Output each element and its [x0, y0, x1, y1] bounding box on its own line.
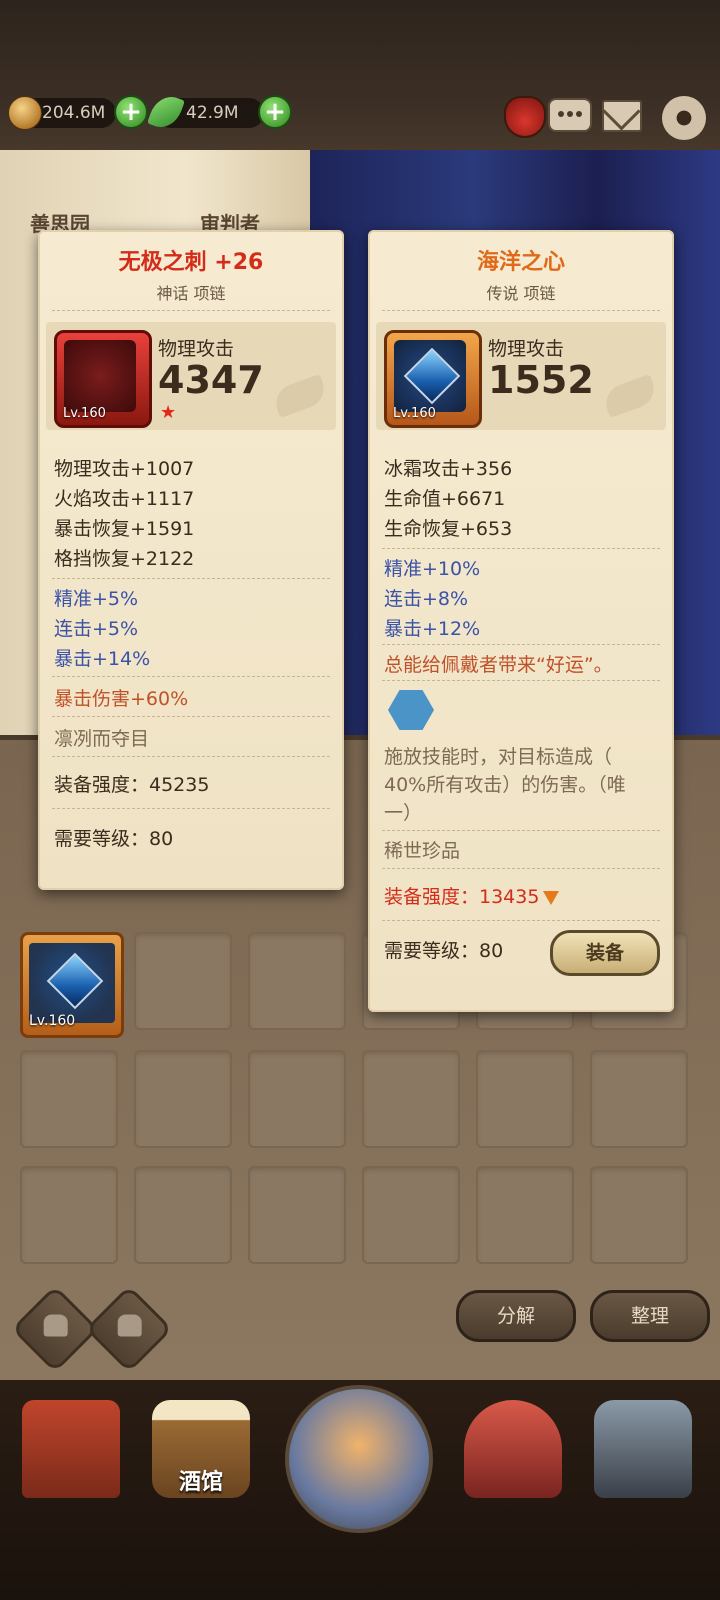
main-stat-value: 1552: [488, 358, 594, 402]
item-level: Lv.160: [393, 406, 436, 421]
gem-amount: 42.9M: [186, 103, 239, 123]
armor-icon: [117, 1314, 142, 1337]
item-main-stat-panel: Lv.160 物理攻击 4347 ★: [46, 322, 336, 430]
gold-amount: 204.6M: [42, 103, 106, 123]
inventory-slot[interactable]: [248, 1050, 346, 1148]
inventory-slot[interactable]: [134, 1050, 232, 1148]
house-icon: [22, 1400, 120, 1498]
item-subtitle: 传说 项链: [486, 284, 556, 303]
inventory-slot[interactable]: [590, 1166, 688, 1264]
stat-line: 生命值+6671: [384, 488, 506, 510]
nav-chest-button[interactable]: [454, 1390, 572, 1508]
inventory-slot[interactable]: [248, 932, 346, 1030]
power-label: 装备强度：13435: [384, 886, 540, 908]
special-stat-line: 暴击伤害+60%: [54, 688, 189, 710]
inventory-slot[interactable]: [476, 1050, 574, 1148]
nav-house-button[interactable]: [12, 1390, 130, 1508]
stat-line: 火焰攻击+1117: [54, 488, 195, 510]
item-level: Lv.160: [63, 406, 106, 421]
inventory-slot[interactable]: [134, 932, 232, 1030]
arrow-down-icon: [543, 890, 560, 905]
helmet-icon: [43, 1314, 68, 1337]
inventory-slot[interactable]: [476, 1166, 574, 1264]
axe-watermark-icon: [600, 373, 660, 419]
inventory-slot[interactable]: [362, 1166, 460, 1264]
add-gold-plus-icon[interactable]: +: [114, 95, 148, 129]
coin-icon: [8, 96, 42, 130]
power-row: 装备强度：13435: [384, 882, 560, 909]
skill-description: 一）: [384, 802, 423, 824]
item-portrait: Lv.160: [54, 330, 152, 428]
bonus-stat-line: 暴击+14%: [54, 648, 151, 670]
bonus-stat-line: 连击+5%: [54, 618, 139, 640]
nav-tavern-button[interactable]: 酒馆: [142, 1390, 260, 1508]
add-gem-plus-icon[interactable]: +: [258, 95, 292, 129]
inventory-item-ocean-heart[interactable]: Lv.160: [20, 932, 124, 1038]
star-icon: ★: [160, 402, 177, 423]
rarity-note: 稀世珍品: [384, 840, 461, 862]
decompose-button[interactable]: 分解: [456, 1290, 576, 1342]
item-portrait: Lv.160: [384, 330, 482, 428]
sort-button[interactable]: 整理: [590, 1290, 710, 1342]
portal-icon: [285, 1385, 433, 1533]
skill-description: 40%所有攻击）的伤害。（唯: [384, 774, 626, 796]
bottom-nav: 酒馆: [0, 1380, 720, 1600]
inventory-slot[interactable]: [20, 1050, 118, 1148]
required-level: 需要等级：80: [384, 940, 504, 962]
forge-icon: [594, 1400, 692, 1498]
bonus-stat-line: 精准+5%: [54, 588, 139, 610]
chat-icon[interactable]: [548, 98, 592, 132]
nav-forge-button[interactable]: [584, 1390, 702, 1508]
leaf-icon: [147, 91, 185, 133]
gear-icon[interactable]: [662, 96, 706, 140]
stat-line: 格挡恢复+2122: [54, 548, 195, 570]
main-stat-name: 物理攻击: [158, 338, 235, 360]
thorn-necklace-icon: [64, 340, 136, 412]
skill-hexagon-icon: [388, 690, 434, 730]
top-bar-background: [0, 0, 720, 160]
inventory-slot[interactable]: [134, 1166, 232, 1264]
nav-adventure-button[interactable]: [280, 1380, 433, 1533]
item-title: 无极之刺 +26: [118, 250, 264, 275]
compare-item-tooltip: 海洋之心 传说 项链 Lv.160 物理攻击 1552 冰霜攻击+356 生命值…: [368, 230, 674, 1012]
inventory-slot[interactable]: [590, 1050, 688, 1148]
nav-tavern-label: 酒馆: [178, 1470, 223, 1495]
main-stat-value: 4347: [158, 358, 264, 402]
item-subtitle: 神话 项链: [156, 284, 226, 303]
main-stat-name: 物理攻击: [488, 338, 565, 360]
equip-button[interactable]: 装备: [550, 930, 660, 976]
bag-icon[interactable]: [504, 96, 546, 138]
item-title: 海洋之心: [476, 250, 565, 275]
flavor-text: 凛冽而夺目: [54, 728, 150, 750]
axe-watermark-icon: [270, 373, 330, 419]
equipped-item-tooltip: 无极之刺 +26 神话 项链 Lv.160 物理攻击 4347 ★ 物理攻击+1…: [38, 230, 344, 890]
mail-icon[interactable]: [602, 100, 642, 132]
necklace-icon: [29, 943, 115, 1023]
item-level: Lv.160: [29, 1013, 76, 1029]
stat-line: 暴击恢复+1591: [54, 518, 195, 540]
inventory-slot[interactable]: [20, 1166, 118, 1264]
sapphire-necklace-icon: [394, 340, 466, 412]
gem-counter: 42.9M: [147, 91, 264, 133]
gold-counter: 204.6M: [8, 96, 116, 130]
skill-description: 施放技能时，对目标造成（: [384, 746, 613, 768]
special-effect-line: 总能给佩戴者带来“好运”。: [384, 654, 613, 676]
bonus-stat-line: 精准+10%: [384, 558, 481, 580]
stat-line: 生命恢复+653: [384, 518, 513, 540]
power-label: 装备强度：45235: [54, 774, 210, 796]
item-main-stat-panel: Lv.160 物理攻击 1552: [376, 322, 666, 430]
required-level: 需要等级：80: [54, 828, 174, 850]
bonus-stat-line: 暴击+12%: [384, 618, 481, 640]
inventory-slot[interactable]: [362, 1050, 460, 1148]
inventory-slot[interactable]: [248, 1166, 346, 1264]
chest-icon: [464, 1400, 562, 1498]
stat-line: 物理攻击+1007: [54, 458, 195, 480]
stat-line: 冰霜攻击+356: [384, 458, 513, 480]
bonus-stat-line: 连击+8%: [384, 588, 469, 610]
